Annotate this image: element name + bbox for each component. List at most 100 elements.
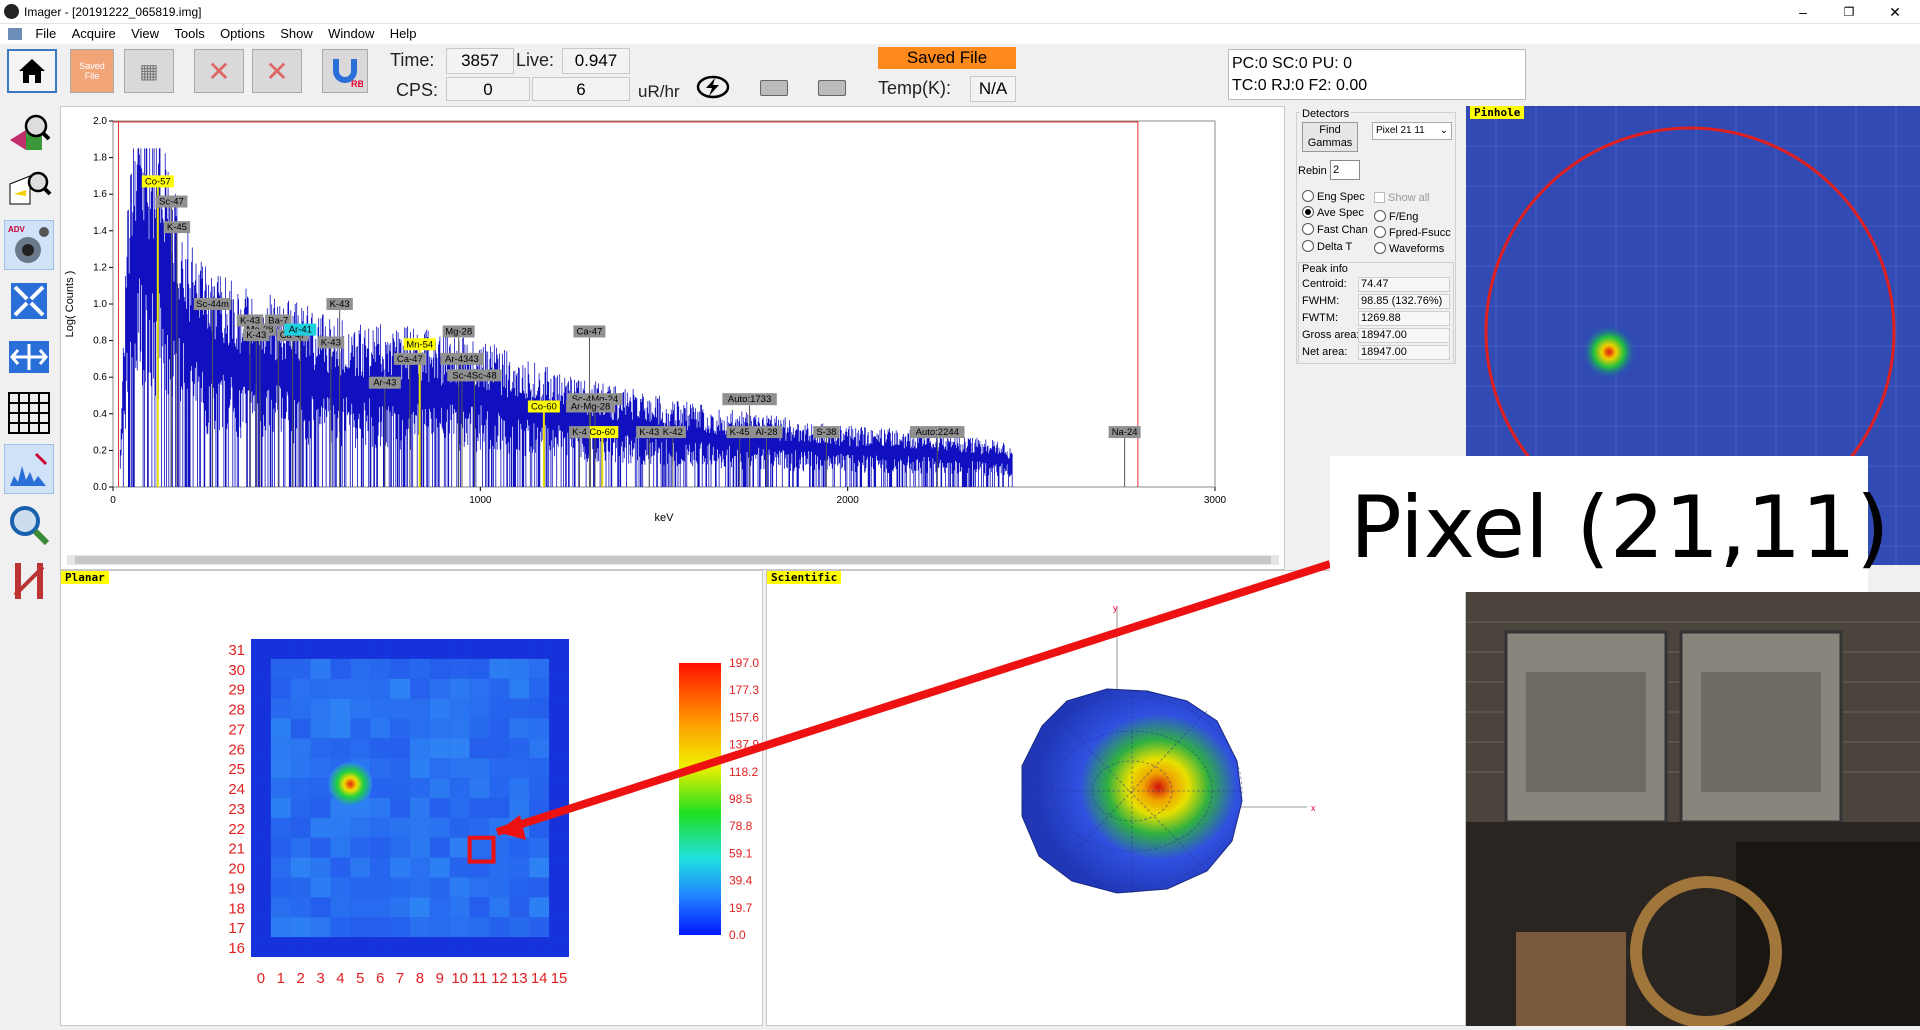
minimize-button[interactable]: –: [1780, 2, 1826, 22]
radio-eng-spec[interactable]: [1302, 190, 1314, 202]
heatmap-cell: [410, 897, 430, 918]
heatmap-cell: [390, 917, 410, 938]
spectrum-chart[interactable]: 0.0 0.2 0.4 0.6 0.8 1.0 1.2 1.4 1.6 1.8 2.0 0 1000 20…: [61, 107, 1286, 571]
heatmap-cell: [350, 817, 371, 838]
heatmap-cell: [370, 658, 391, 679]
heatmap-cell: [410, 738, 430, 759]
radio-fast-chan[interactable]: [1302, 223, 1314, 235]
radio-waveforms[interactable]: [1374, 242, 1386, 254]
collapse-button[interactable]: [4, 276, 54, 326]
rebin-input[interactable]: 2: [1330, 160, 1360, 180]
mode-delta-t[interactable]: Delta T: [1302, 240, 1352, 253]
mode-fast-chan[interactable]: Fast Chan: [1302, 223, 1368, 236]
menu-window[interactable]: Window: [322, 24, 380, 44]
saved-file-button[interactable]: Saved File: [70, 49, 114, 93]
spectrum-panel: 0.0 0.2 0.4 0.6 0.8 1.0 1.2 1.4 1.6 1.8 2.0 0 1000 20…: [60, 106, 1285, 570]
menu-tools[interactable]: Tools: [168, 24, 210, 44]
heatmap-cell: [330, 837, 351, 858]
menu-acquire[interactable]: Acquire: [66, 24, 122, 44]
detector-button-2[interactable]: [818, 80, 846, 96]
heatmap-cell: [390, 857, 410, 878]
radio-f-eng[interactable]: [1374, 210, 1386, 222]
detector-button-1[interactable]: [760, 80, 788, 96]
pinhole-tag: Pinhole: [1470, 106, 1525, 119]
heatmap-cell: [449, 778, 470, 798]
mode-ave-spec[interactable]: Ave Spec: [1302, 206, 1364, 219]
heatmap-cell: [310, 678, 331, 699]
advanced-settings-button[interactable]: ADV: [4, 220, 54, 270]
heatmap-cell: [509, 897, 530, 918]
close-button[interactable]: ✕: [1872, 2, 1918, 22]
heatmap-y-label: 31: [228, 642, 245, 659]
image-search-button[interactable]: [4, 164, 54, 214]
maximize-button[interactable]: ❐: [1826, 2, 1872, 22]
split-button[interactable]: [4, 556, 54, 606]
heatmap-cell: [469, 778, 490, 798]
grid-button[interactable]: [4, 388, 54, 438]
menu-help[interactable]: Help: [384, 24, 423, 44]
radio-ave-spec[interactable]: [1302, 206, 1314, 218]
heatmap-cell: [509, 798, 530, 818]
rb-button[interactable]: RB: [322, 49, 368, 93]
expand-button[interactable]: [4, 332, 54, 382]
spectrum-search-button[interactable]: [4, 108, 54, 158]
delete-button[interactable]: ✕: [194, 49, 244, 93]
heatmap-cell: [390, 897, 410, 918]
mode-f-eng[interactable]: F/Eng: [1374, 210, 1418, 223]
mode-waveforms[interactable]: Waveforms: [1374, 242, 1444, 255]
heatmap-cell: [390, 658, 410, 679]
peak-label: Co-60: [589, 427, 615, 438]
menu-options[interactable]: Options: [214, 24, 271, 44]
fwtm-label: FWTM:: [1302, 312, 1339, 324]
show-all-label: Show all: [1388, 192, 1430, 204]
spectrum-peaks-icon: [10, 452, 48, 486]
heatmap-cell: [370, 718, 391, 739]
heatmap-cell: [251, 937, 271, 957]
lightning-icon: [696, 75, 730, 99]
lightning-button[interactable]: [696, 74, 730, 103]
x-axis-label: x: [1311, 803, 1316, 813]
heatmap-cell: [489, 897, 510, 918]
scientific-view[interactable]: y x: [767, 571, 1467, 1027]
show-all-checkbox[interactable]: Show all: [1374, 192, 1430, 204]
menu-view[interactable]: View: [125, 24, 165, 44]
camera-panel[interactable]: [1466, 592, 1920, 1026]
zoom-icon: [10, 506, 50, 546]
heatmap-cell: [390, 798, 410, 818]
heatmap-cell: [549, 658, 569, 679]
delete-plus-button[interactable]: ✕: [252, 49, 302, 93]
heatmap-cell: [449, 738, 470, 759]
heatmap-cell: [350, 897, 371, 918]
film-button[interactable]: ▦: [124, 49, 174, 93]
radio-delta-t[interactable]: [1302, 240, 1314, 252]
heatmap-cell: [370, 678, 391, 699]
heatmap-cell: [449, 718, 470, 739]
planar-heatmap[interactable]: 313029282726252423222120191817160 1 2 3 4 5 6 7…: [61, 571, 764, 1027]
home-button[interactable]: [7, 49, 57, 93]
peak-label: Co-60: [531, 401, 557, 412]
gross-area-label: Gross area:: [1302, 329, 1360, 341]
zoom-button[interactable]: [4, 500, 54, 550]
heatmap-cell: [509, 758, 530, 779]
heatmap-cell: [350, 857, 371, 878]
heatmap-cell: [330, 738, 351, 759]
heatmap-cell: [390, 639, 410, 659]
heatmap-cell: [251, 698, 271, 719]
heatmap-cell: [310, 778, 331, 798]
heatmap-y-label: 25: [228, 761, 245, 778]
heatmap-cell: [449, 678, 470, 699]
pixel-select[interactable]: Pixel 21 11 ⌄: [1372, 122, 1452, 140]
mode-eng-spec[interactable]: Eng Spec: [1302, 190, 1365, 203]
mode-fpred[interactable]: Fpred-Fsucc: [1374, 226, 1451, 239]
menu-file[interactable]: File: [29, 24, 62, 44]
radio-fpred[interactable]: [1374, 226, 1386, 238]
heatmap-cell: [449, 758, 470, 779]
heatmap-cell: [429, 937, 450, 957]
heatmap-cell: [509, 738, 530, 759]
heatmap-cell: [370, 857, 391, 878]
centroid-value: 74.47: [1358, 277, 1450, 292]
menu-show[interactable]: Show: [274, 24, 319, 44]
heatmap-cell: [370, 877, 391, 898]
spectrum-peaks-button[interactable]: [4, 444, 54, 494]
find-gammas-button[interactable]: Find Gammas: [1302, 122, 1358, 152]
